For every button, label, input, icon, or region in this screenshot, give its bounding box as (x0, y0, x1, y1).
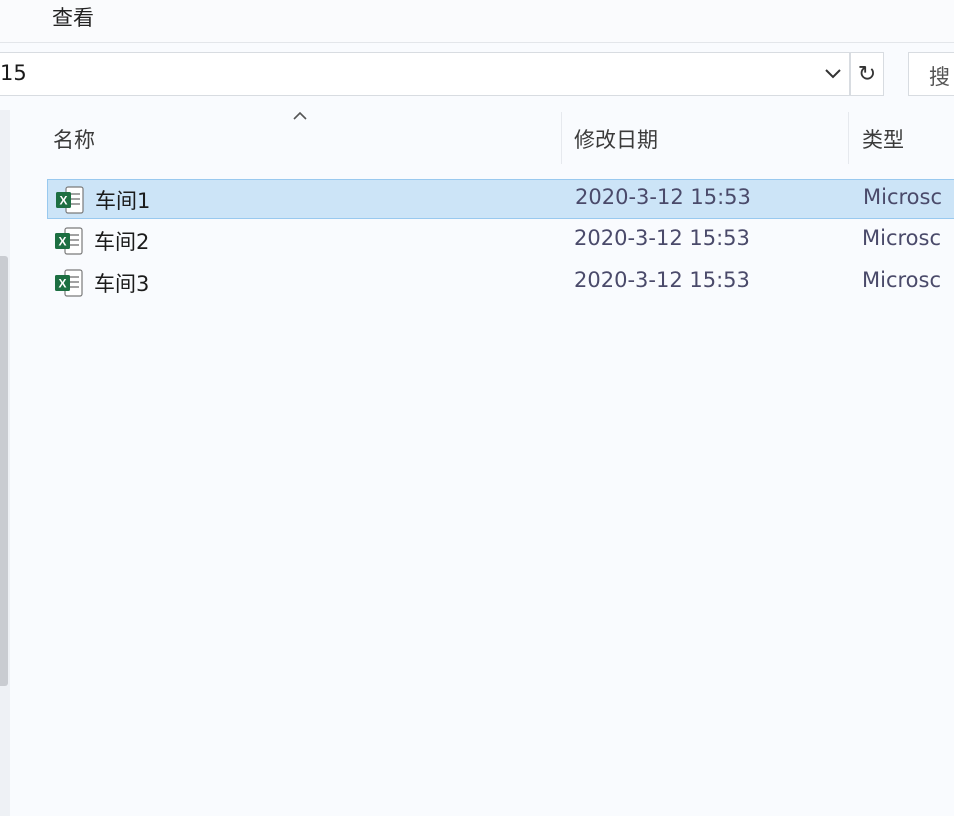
refresh-button[interactable]: ↻ (850, 52, 884, 96)
refresh-icon: ↻ (857, 61, 877, 87)
file-name: 车间3 (94, 272, 150, 296)
column-divider[interactable] (561, 112, 562, 164)
file-type: Microsc (863, 185, 943, 209)
tab-view[interactable]: 查看 (52, 2, 94, 32)
column-header-name[interactable]: 名称 (53, 124, 95, 154)
svg-text:X: X (58, 235, 66, 249)
chevron-down-icon[interactable] (820, 59, 846, 89)
ribbon: 查看 (0, 0, 954, 43)
search-placeholder: 搜 (929, 65, 950, 89)
svg-text:X: X (59, 194, 67, 208)
file-modified: 2020-3-12 15:53 (575, 185, 751, 209)
excel-file-icon: X (56, 186, 84, 214)
sort-ascending-icon (293, 111, 307, 120)
file-row[interactable]: X 车间1 2020-3-12 15:53 Microsc (47, 179, 954, 219)
address-bar[interactable]: 15 (0, 52, 850, 96)
excel-file-icon: X (55, 269, 83, 297)
file-row[interactable]: X 车间2 2020-3-12 15:53 Microsc (47, 221, 954, 261)
column-header-type[interactable]: 类型 (862, 124, 904, 154)
file-modified: 2020-3-12 15:53 (574, 268, 750, 292)
file-name: 车间1 (95, 189, 151, 213)
column-header-modified[interactable]: 修改日期 (574, 124, 658, 154)
excel-file-icon: X (55, 227, 83, 255)
file-row[interactable]: X 车间3 2020-3-12 15:53 Microsc (47, 263, 954, 303)
search-box[interactable]: 搜 (908, 52, 954, 96)
navigation-pane[interactable] (0, 110, 10, 816)
file-name: 车间2 (94, 230, 150, 254)
svg-text:X: X (58, 277, 66, 291)
file-type: Microsc (862, 226, 942, 250)
scrollbar-thumb[interactable] (0, 256, 8, 686)
file-modified: 2020-3-12 15:53 (574, 226, 750, 250)
column-divider[interactable] (848, 112, 849, 164)
address-path[interactable]: 15 (0, 61, 27, 85)
file-type: Microsc (862, 268, 942, 292)
